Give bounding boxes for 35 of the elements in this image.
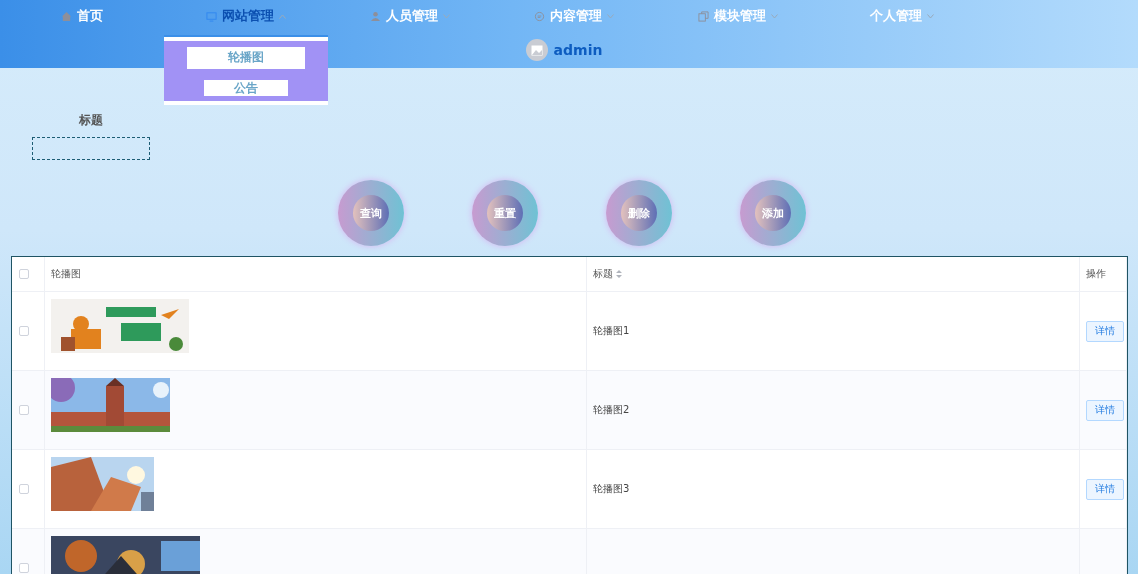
chat-icon — [534, 10, 545, 22]
nav-item[interactable]: 网站管理 — [202, 5, 290, 27]
title-field[interactable] — [32, 137, 150, 160]
detail-button[interactable]: 详情 — [1086, 478, 1124, 500]
home-icon — [61, 10, 72, 22]
table-cell: 轮播图2 — [593, 403, 630, 417]
column-header: 轮播图 — [51, 267, 81, 281]
action-button[interactable]: 删除 — [606, 180, 672, 246]
nav-item[interactable]: 人员管理 — [366, 5, 454, 27]
checkbox[interactable] — [19, 326, 29, 336]
checkbox[interactable] — [19, 563, 29, 573]
avatar-icon[interactable] — [525, 39, 548, 61]
nav-item[interactable]: 内容管理 — [530, 5, 618, 27]
action-button[interactable]: 重置 — [472, 180, 538, 246]
table-cell: 轮播图3 — [593, 482, 630, 496]
user-icon — [370, 10, 381, 22]
menu-item[interactable]: 公告 — [204, 79, 288, 96]
user-name: admin — [553, 42, 603, 58]
menu-item[interactable]: 轮播图 — [187, 46, 305, 69]
monitor-icon — [206, 10, 217, 22]
detail-button[interactable]: 详情 — [1086, 320, 1124, 342]
copy-icon — [698, 10, 709, 22]
checkbox[interactable] — [19, 269, 29, 279]
nav-item[interactable]: 模块管理 — [694, 5, 782, 27]
column-header[interactable]: 标题 — [593, 267, 622, 281]
field-label: 标题 — [79, 112, 103, 129]
checkbox[interactable] — [19, 405, 29, 415]
column-header: 操作 — [1086, 267, 1106, 281]
detail-button[interactable]: 详情 — [1086, 399, 1124, 421]
table-cell: 轮播图1 — [593, 324, 630, 338]
nav-item[interactable]: 首页 — [57, 5, 107, 27]
action-button[interactable]: 查询 — [338, 180, 404, 246]
nav-item[interactable]: 个人管理 — [866, 5, 938, 27]
checkbox[interactable] — [19, 484, 29, 494]
action-button[interactable]: 添加 — [740, 180, 806, 246]
